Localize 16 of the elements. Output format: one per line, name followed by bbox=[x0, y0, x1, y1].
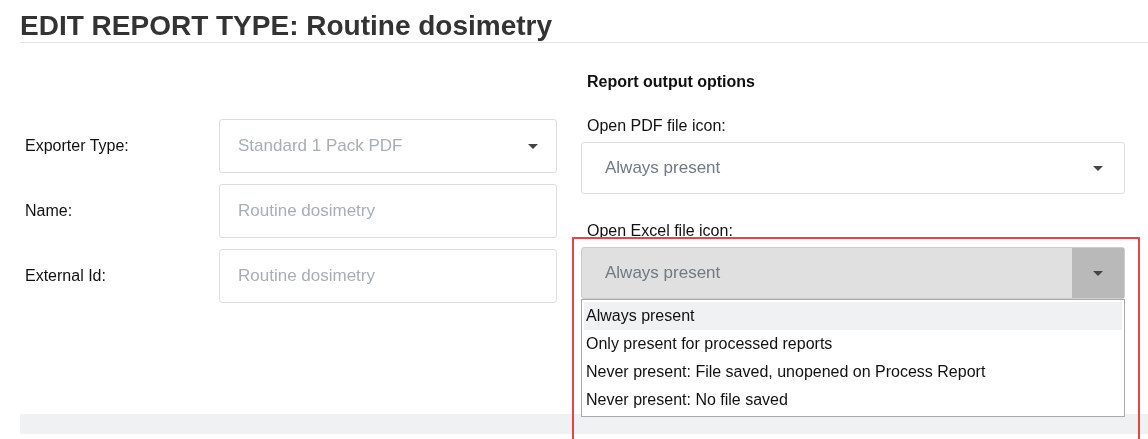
select-field[interactable]: Always present bbox=[581, 247, 1125, 299]
caret-icon bbox=[528, 143, 538, 149]
field-label: Name: bbox=[24, 202, 74, 220]
field-label: Open PDF file icon: bbox=[586, 117, 727, 135]
select-field[interactable]: Always present bbox=[581, 142, 1125, 194]
section-heading: Report output options bbox=[586, 73, 756, 92]
dropdown-option[interactable]: Only present for processed reports bbox=[584, 330, 1122, 358]
caret-icon bbox=[1093, 270, 1103, 276]
dropdown-option[interactable]: Never present: No file saved bbox=[584, 386, 1122, 414]
field-label: Exporter Type: bbox=[24, 137, 130, 155]
dropdown-option[interactable]: Always present bbox=[584, 302, 1122, 330]
dropdown-option[interactable]: Never present: File saved, unopened on Process Report bbox=[584, 358, 1122, 386]
page-title: EDIT REPORT TYPE: Routine dosimetry bbox=[20, 0, 1148, 43]
caret-icon bbox=[1093, 165, 1103, 171]
field-label: External Id: bbox=[24, 267, 107, 285]
field-label: Open Excel file icon: bbox=[586, 222, 734, 240]
